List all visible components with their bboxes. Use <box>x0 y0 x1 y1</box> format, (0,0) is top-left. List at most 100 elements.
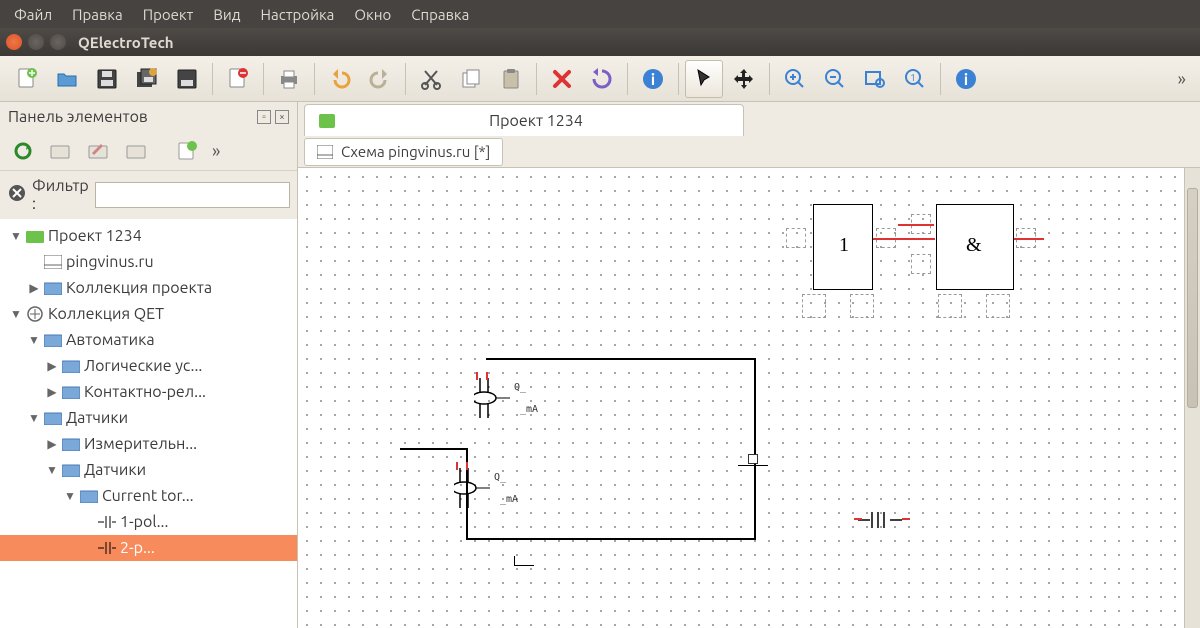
ct-element-1[interactable] <box>474 378 514 422</box>
terminal[interactable] <box>938 294 962 318</box>
about-button[interactable]: i <box>947 60 985 98</box>
ct-element-2[interactable] <box>454 468 494 512</box>
tree-item[interactable]: 1-pol... <box>0 509 297 535</box>
tree-item[interactable]: ▶Логические ус... <box>0 353 297 379</box>
save-all-button[interactable] <box>128 60 166 98</box>
new-folder-button[interactable] <box>44 136 78 166</box>
wire[interactable] <box>754 358 756 538</box>
menu-project[interactable]: Проект <box>133 2 204 27</box>
wire-stub[interactable] <box>514 556 534 566</box>
tree-expand-icon[interactable]: ▶ <box>28 281 40 295</box>
menu-bar: Файл Правка Проект Вид Настройка Окно Сп… <box>0 0 1200 28</box>
terminal[interactable] <box>786 228 806 248</box>
tree-item[interactable]: ▼Проект 1234 <box>0 223 297 249</box>
filter-clear-icon[interactable] <box>8 184 26 206</box>
vertical-scrollbar[interactable] <box>1184 168 1200 628</box>
copy-button[interactable] <box>452 60 490 98</box>
paste-button[interactable] <box>492 60 530 98</box>
tree-item[interactable]: ▶Измерительн... <box>0 431 297 457</box>
tree-expand-icon[interactable]: ▶ <box>46 437 58 451</box>
tree-item[interactable]: 2-p... <box>0 535 297 561</box>
folder-green-icon <box>26 229 44 243</box>
zoom-reset-button[interactable]: 1 <box>896 60 934 98</box>
new-doc-button[interactable] <box>8 60 46 98</box>
zoom-in-button[interactable] <box>776 60 814 98</box>
window-maximize-button[interactable] <box>50 34 66 50</box>
menu-view[interactable]: Вид <box>203 2 250 27</box>
tree-expand-icon[interactable]: ▼ <box>10 307 22 321</box>
tree-item[interactable]: ▼Датчики <box>0 457 297 483</box>
menu-edit[interactable]: Правка <box>62 2 133 27</box>
schema-tab[interactable]: Схема pingvinus.ru [*] <box>304 138 503 166</box>
terminal-red <box>854 518 862 520</box>
menu-help[interactable]: Справка <box>401 2 479 27</box>
wire-stub[interactable] <box>738 452 768 466</box>
scrollbar-thumb[interactable] <box>1187 188 1198 408</box>
tree-expand-icon[interactable]: ▼ <box>64 489 76 503</box>
edit-folder-button[interactable] <box>82 136 116 166</box>
terminal[interactable] <box>850 294 874 318</box>
save-as-button[interactable] <box>168 60 206 98</box>
wire-red[interactable] <box>1014 238 1044 240</box>
info-button[interactable]: i <box>634 60 672 98</box>
window-minimize-button[interactable] <box>28 34 44 50</box>
tree-item[interactable]: ▼Коллекция QET <box>0 301 297 327</box>
folder-blue-icon <box>62 385 80 399</box>
pointer-button[interactable] <box>685 60 723 98</box>
tree-expand-icon[interactable]: ▼ <box>28 333 40 347</box>
panel-close-icon[interactable]: × <box>275 110 289 124</box>
tree-item[interactable]: pingvinus.ru <box>0 249 297 275</box>
elements-tree[interactable]: ▼Проект 1234pingvinus.ru▶Коллекция проек… <box>0 219 297 628</box>
document-tab[interactable]: Проект 1234 <box>304 104 744 136</box>
tree-item[interactable]: ▶ Контактно-рел... <box>0 379 297 405</box>
toolbar-overflow-icon[interactable]: » <box>1172 69 1192 89</box>
terminal[interactable] <box>986 294 1010 318</box>
menu-window[interactable]: Окно <box>344 2 401 27</box>
tree-item-label: 2-p... <box>120 539 155 557</box>
terminal[interactable] <box>911 254 931 274</box>
ct-element-3[interactable] <box>858 506 902 538</box>
redo-button[interactable] <box>361 60 399 98</box>
drawing-canvas[interactable]: 1 & <box>298 168 1184 628</box>
tree-item-label: Контактно-рел... <box>84 383 206 401</box>
tree-item[interactable]: ▼Автоматика <box>0 327 297 353</box>
rotate-button[interactable] <box>583 60 621 98</box>
wire-red[interactable] <box>898 224 934 226</box>
filter-input[interactable] <box>95 182 290 208</box>
save-button[interactable] <box>88 60 126 98</box>
wire-red[interactable] <box>873 238 935 240</box>
tree-item[interactable]: ▶Коллекция проекта <box>0 275 297 301</box>
tree-expand-icon[interactable]: ▼ <box>28 411 40 425</box>
tree-item[interactable]: ▼Current tor... <box>0 483 297 509</box>
delete-folder-button[interactable] <box>120 136 154 166</box>
main-area: Проект 1234 Схема pingvinus.ru [*] 1 & <box>298 102 1200 628</box>
open-button[interactable] <box>48 60 86 98</box>
close-button[interactable] <box>219 60 257 98</box>
undo-button[interactable] <box>321 60 359 98</box>
tree-item[interactable]: ▼Датчики <box>0 405 297 431</box>
menu-file[interactable]: Файл <box>4 2 62 27</box>
window-close-button[interactable] <box>6 34 22 50</box>
zoom-fit-button[interactable] <box>856 60 894 98</box>
menu-settings[interactable]: Настройка <box>251 2 345 27</box>
delete-button[interactable] <box>543 60 581 98</box>
tree-expand-icon[interactable]: ▶ <box>46 385 58 399</box>
elem-icon <box>98 541 116 555</box>
tree-expand-icon[interactable]: ▼ <box>10 229 22 243</box>
wire[interactable] <box>400 448 468 450</box>
panel-overflow-icon[interactable]: » <box>208 141 224 161</box>
terminal[interactable] <box>802 294 826 318</box>
tree-expand-icon[interactable]: ▼ <box>46 463 58 477</box>
wire[interactable] <box>486 358 756 360</box>
cut-button[interactable] <box>412 60 450 98</box>
tree-expand-icon[interactable]: ▶ <box>46 359 58 373</box>
refresh-button[interactable] <box>6 136 40 166</box>
wire[interactable] <box>466 538 756 540</box>
print-button[interactable] <box>270 60 308 98</box>
move-button[interactable] <box>725 60 763 98</box>
new-element-button[interactable] <box>170 136 204 166</box>
folder-blue-icon <box>62 359 80 373</box>
zoom-out-button[interactable] <box>816 60 854 98</box>
schema-icon <box>44 255 62 269</box>
panel-undock-icon[interactable]: ▫ <box>257 110 271 124</box>
